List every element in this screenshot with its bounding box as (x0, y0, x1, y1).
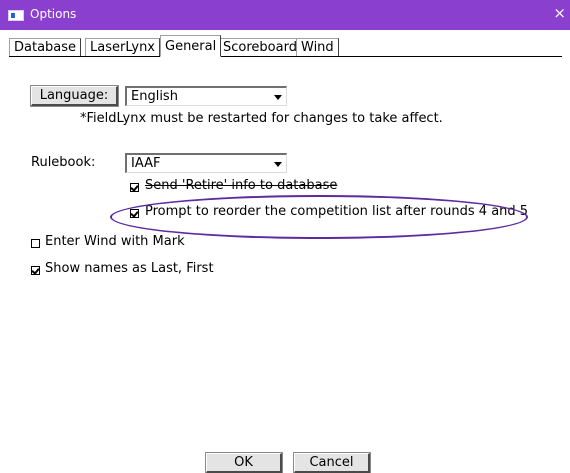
window-title: Options (30, 7, 77, 21)
tab-database[interactable]: Database (9, 38, 82, 56)
send-retire-checkbox[interactable] (130, 183, 139, 192)
send-retire-label: Send 'Retire' info to database (145, 178, 338, 193)
close-icon[interactable]: × (553, 4, 566, 22)
tab-scoreboard[interactable]: Scoreboard (218, 38, 302, 56)
rulebook-label: Rulebook: (31, 155, 96, 170)
enter-wind-label: Enter Wind with Mark (45, 234, 185, 249)
rulebook-value: IAAF (131, 156, 161, 171)
prompt-reorder-checkbox[interactable] (130, 209, 139, 218)
app-icon (8, 10, 24, 21)
restart-note: *FieldLynx must be restarted for changes… (80, 111, 443, 126)
enter-wind-checkbox[interactable] (31, 239, 40, 248)
tab-general[interactable]: General (160, 35, 222, 57)
tab-wind[interactable]: Wind (296, 38, 339, 56)
rulebook-select[interactable]: IAAF (125, 153, 287, 173)
chevron-down-icon[interactable] (273, 91, 283, 103)
cancel-button[interactable]: Cancel (294, 453, 370, 473)
chevron-down-icon[interactable] (273, 158, 283, 170)
language-button[interactable]: Language: (31, 86, 118, 106)
show-names-checkbox[interactable] (31, 266, 40, 275)
language-value: English (131, 89, 178, 104)
prompt-reorder-label: Prompt to reorder the competition list a… (145, 204, 529, 219)
title-bar: Options × (0, 0, 570, 30)
language-select[interactable]: English (125, 86, 287, 106)
show-names-label: Show names as Last, First (45, 261, 214, 276)
tab-laserlynx[interactable]: LaserLynx (85, 38, 160, 56)
ok-button[interactable]: OK (206, 453, 282, 473)
